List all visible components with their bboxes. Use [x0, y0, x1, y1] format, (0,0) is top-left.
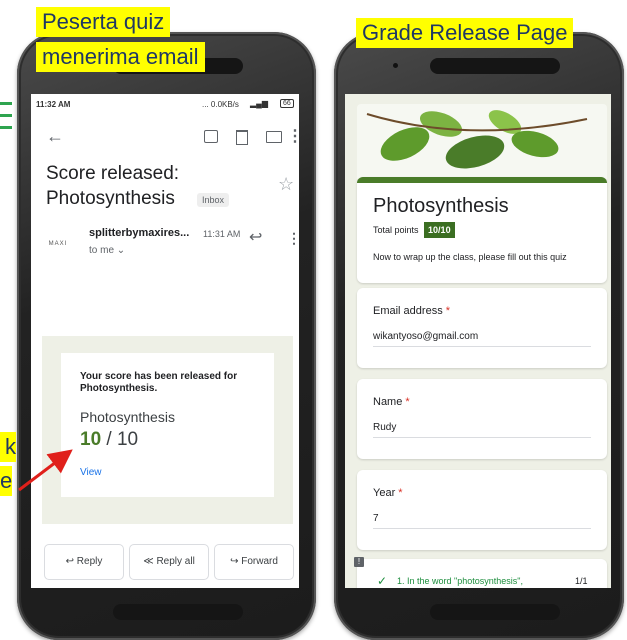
- red-arrow: [18, 449, 73, 492]
